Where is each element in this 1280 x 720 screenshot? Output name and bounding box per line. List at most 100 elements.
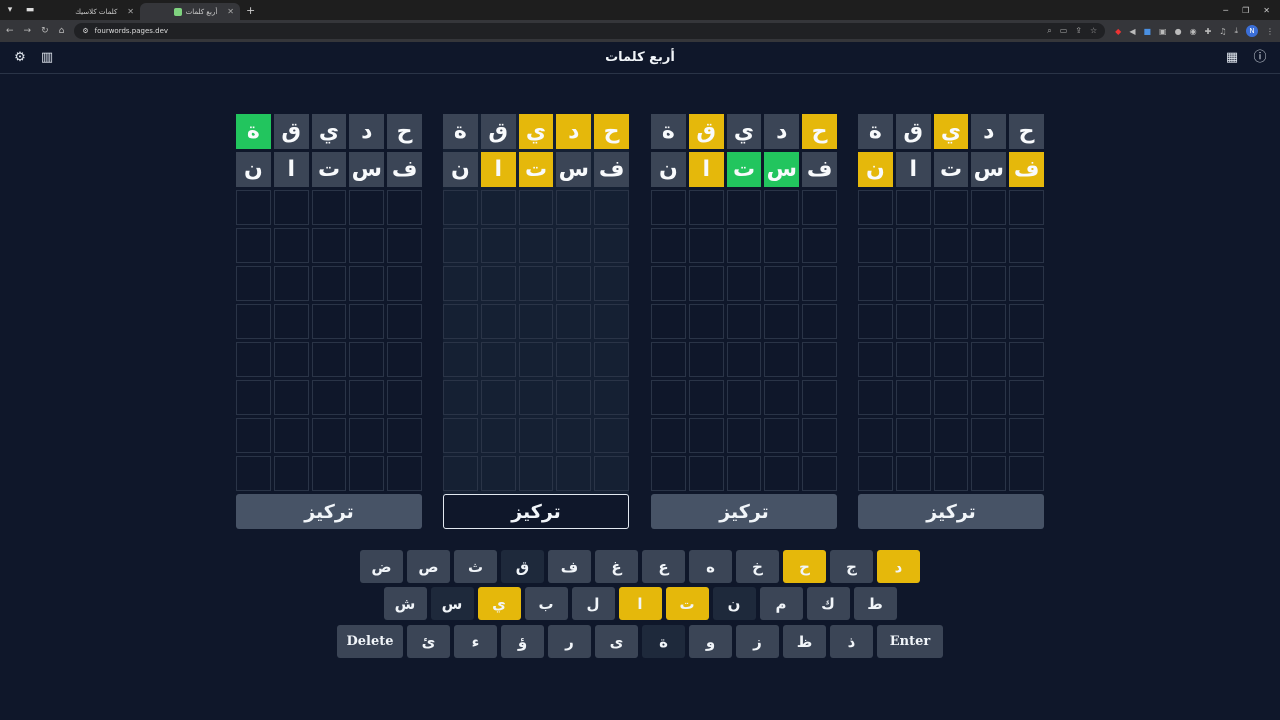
letter-tile bbox=[802, 342, 837, 377]
key[interactable]: ش bbox=[383, 587, 427, 620]
zoom-icon[interactable]: ⌕ bbox=[1047, 26, 1051, 36]
profile-avatar[interactable]: N bbox=[1246, 25, 1258, 37]
key[interactable]: ظ bbox=[783, 625, 826, 658]
key[interactable]: خ bbox=[736, 550, 779, 583]
board-2[interactable]: ح د ي ق ة ف س ت ا ن تركيز bbox=[443, 114, 629, 529]
letter-tile bbox=[443, 342, 478, 377]
key[interactable]: ن bbox=[712, 587, 756, 620]
focus-button[interactable]: تركيز bbox=[443, 494, 629, 529]
letter-tile: ح bbox=[802, 114, 837, 149]
focus-button[interactable]: تركيز bbox=[651, 494, 837, 529]
letter-tile bbox=[933, 380, 969, 415]
browser-menu-icon[interactable]: ⋮ bbox=[1266, 27, 1274, 36]
key[interactable]: ع bbox=[642, 550, 685, 583]
focus-button[interactable]: تركيز bbox=[236, 494, 422, 529]
board-row bbox=[443, 266, 629, 301]
key[interactable]: ؤ bbox=[501, 625, 544, 658]
key[interactable]: ب bbox=[524, 587, 568, 620]
browser-tab-0[interactable]: كلمات كلاسيك ✕ bbox=[40, 3, 140, 20]
letter-tile bbox=[443, 380, 478, 415]
key[interactable]: د bbox=[877, 550, 920, 583]
extension-icon[interactable]: ■ bbox=[1143, 27, 1151, 36]
key[interactable]: ت bbox=[665, 587, 709, 620]
key[interactable]: ل bbox=[571, 587, 615, 620]
cast-icon[interactable]: ▭ bbox=[1060, 26, 1068, 36]
media-icon[interactable]: ♫ bbox=[1219, 27, 1226, 36]
key[interactable]: ج bbox=[830, 550, 873, 583]
letter-tile bbox=[651, 418, 686, 453]
key[interactable]: ذ bbox=[830, 625, 873, 658]
tab-search-icon[interactable]: ▾ bbox=[0, 0, 20, 20]
calendar-icon[interactable]: ▦ bbox=[1224, 50, 1240, 66]
extension-icon[interactable]: ◉ bbox=[1190, 27, 1197, 36]
letter-tile bbox=[764, 228, 800, 263]
board-3[interactable]: ح د ي ق ة ف س ت ا ن تركيز bbox=[651, 114, 837, 529]
letter-tile: ة bbox=[443, 114, 478, 149]
browser-tab-1[interactable]: أربع كلمات ✕ bbox=[140, 3, 240, 20]
letter-tile bbox=[802, 228, 837, 263]
info-icon[interactable]: ⓘ bbox=[1252, 50, 1268, 66]
letter-tile bbox=[443, 304, 478, 339]
key[interactable]: س bbox=[430, 587, 474, 620]
key[interactable]: ق bbox=[501, 550, 544, 583]
letter-tile bbox=[971, 266, 1007, 301]
restore-icon[interactable]: ❐ bbox=[1242, 6, 1249, 15]
key[interactable]: ض bbox=[360, 550, 403, 583]
address-bar[interactable]: ⚙ fourwords.pages.dev ⌕ ▭ ⇪ ☆ bbox=[74, 23, 1106, 39]
board-row bbox=[236, 418, 422, 453]
extension-icon[interactable]: ◀ bbox=[1129, 27, 1135, 36]
letter-tile bbox=[349, 304, 385, 339]
key[interactable]: ص bbox=[407, 550, 450, 583]
key[interactable]: ء bbox=[454, 625, 497, 658]
letter-tile: ة bbox=[651, 114, 686, 149]
letter-tile bbox=[273, 266, 309, 301]
site-info-icon[interactable]: ⚙ bbox=[82, 27, 88, 35]
minimize-icon[interactable]: ─ bbox=[1223, 6, 1228, 15]
key[interactable]: ث bbox=[454, 550, 497, 583]
letter-tile: ا bbox=[688, 152, 724, 187]
key[interactable]: ئ bbox=[407, 625, 450, 658]
share-icon[interactable]: ⇪ bbox=[1075, 26, 1082, 36]
close-tab-icon[interactable]: ✕ bbox=[227, 7, 234, 16]
back-icon[interactable]: ← bbox=[6, 26, 14, 36]
key[interactable]: ة bbox=[642, 625, 685, 658]
key[interactable]: ط bbox=[853, 587, 897, 620]
key[interactable]: ا bbox=[618, 587, 662, 620]
key[interactable]: م bbox=[759, 587, 803, 620]
extension-icon[interactable]: ▣ bbox=[1159, 27, 1167, 36]
forward-icon[interactable]: → bbox=[24, 26, 32, 36]
close-window-icon[interactable]: ✕ bbox=[1263, 6, 1270, 15]
reload-icon[interactable]: ↻ bbox=[41, 26, 49, 36]
key[interactable]: ى bbox=[595, 625, 638, 658]
key[interactable]: ه bbox=[689, 550, 732, 583]
window-menu-icon[interactable]: ▬ bbox=[20, 0, 40, 20]
board-1[interactable]: ح د ي ق ة ف س ت ا ن تركيز bbox=[236, 114, 422, 529]
key[interactable]: ف bbox=[548, 550, 591, 583]
key[interactable]: ح bbox=[783, 550, 826, 583]
extension-icon[interactable]: ● bbox=[1175, 27, 1182, 36]
board-row bbox=[858, 380, 1044, 415]
focus-button[interactable]: تركيز bbox=[858, 494, 1044, 529]
delete-key[interactable]: Delete bbox=[337, 625, 403, 658]
enter-key[interactable]: Enter bbox=[877, 625, 943, 658]
key[interactable]: و bbox=[689, 625, 732, 658]
downloads-icon[interactable]: ⤓ bbox=[1234, 26, 1238, 36]
extensions-puzzle-icon[interactable]: ✚ bbox=[1205, 27, 1212, 36]
key[interactable]: غ bbox=[595, 550, 638, 583]
letter-tile bbox=[273, 380, 309, 415]
key[interactable]: ز bbox=[736, 625, 779, 658]
letter-tile: ح bbox=[1009, 114, 1044, 149]
letter-tile bbox=[349, 456, 385, 491]
key[interactable]: ي bbox=[477, 587, 521, 620]
home-icon[interactable]: ⌂ bbox=[59, 26, 65, 36]
letter-tile bbox=[688, 304, 724, 339]
bookmark-star-icon[interactable]: ☆ bbox=[1090, 26, 1097, 36]
extension-icon[interactable]: ◆ bbox=[1115, 27, 1121, 36]
key[interactable]: ر bbox=[548, 625, 591, 658]
key[interactable]: ك bbox=[806, 587, 850, 620]
letter-tile bbox=[443, 418, 478, 453]
new-tab-icon[interactable]: + bbox=[246, 4, 255, 17]
board-4[interactable]: ح د ي ق ة ف س ت ا ن تركيز bbox=[858, 114, 1044, 529]
close-tab-icon[interactable]: ✕ bbox=[127, 7, 134, 16]
letter-tile bbox=[594, 266, 629, 301]
